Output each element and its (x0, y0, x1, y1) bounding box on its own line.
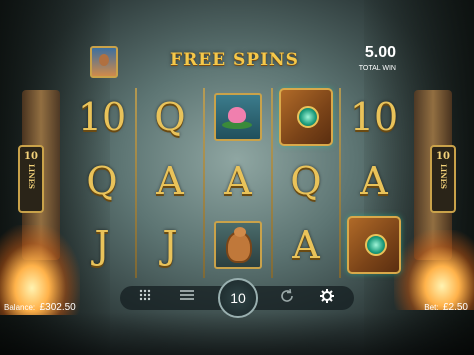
bet-value: £2.50 (442, 302, 468, 313)
bet-label: Bet: (424, 303, 439, 312)
autoplay-icon[interactable] (178, 289, 196, 307)
left-lines-word: LINES (27, 164, 36, 189)
right-lines-count: 10 (436, 151, 450, 162)
letter-symbol: J (138, 214, 202, 276)
letter-symbol: A (138, 150, 202, 212)
letter-symbol: Q (138, 86, 202, 148)
reel-divider (271, 88, 273, 278)
symbol-text: A (360, 159, 388, 203)
right-lines-badge: 10 LINES (430, 145, 456, 213)
reel-3: A (206, 84, 270, 280)
spin-count: 10 (230, 290, 246, 306)
reel-5: 10 A (342, 84, 406, 280)
reel-2: QAJ (138, 84, 202, 280)
game-stage: 10 LINES 10 LINES FREE SPINS 5.00 TOTAL … (0, 0, 474, 355)
balance-label: Balance: (4, 303, 36, 312)
lotus-symbol (206, 86, 270, 148)
total-win-amount: 5.00 (364, 44, 396, 61)
letter-symbol: 10 (70, 86, 134, 148)
symbol-text: Q (290, 159, 322, 203)
snake-symbol (206, 214, 270, 276)
left-lines-badge: 10 LINES (18, 145, 44, 213)
reel-divider (339, 88, 341, 278)
refresh-icon[interactable] (278, 288, 296, 307)
character-portrait (90, 46, 118, 78)
letter-symbol: Q (70, 150, 134, 212)
symbol-text: 10 (349, 95, 399, 139)
symbol-text: Q (86, 159, 118, 203)
letter-symbol: A (342, 150, 406, 212)
total-win-label: TOTAL WIN (358, 65, 396, 72)
free-spins-title: FREE SPINS (170, 50, 299, 70)
letter-symbol: J (70, 214, 134, 276)
book-symbol (274, 86, 338, 148)
symbol-text: A (292, 223, 320, 267)
game-header: FREE SPINS 5.00 TOTAL WIN (80, 44, 400, 80)
gear-icon[interactable] (318, 289, 336, 307)
balance-value: £302.50 (39, 302, 76, 313)
symbol-text: A (156, 159, 184, 203)
book-symbol (342, 214, 406, 276)
symbol-text: A (224, 159, 252, 203)
letter-symbol: A (206, 150, 270, 212)
reel-divider (135, 88, 137, 278)
grid-menu-icon[interactable] (136, 289, 154, 307)
left-lines-count: 10 (24, 151, 38, 162)
reel-divider (203, 88, 205, 278)
letter-symbol: A (274, 214, 338, 276)
symbol-text: J (94, 223, 110, 267)
balance-display: Balance: £302.50 (4, 297, 76, 315)
symbol-text: J (162, 223, 178, 267)
spin-button[interactable]: 10 (218, 278, 258, 318)
reel-1: 10 Q J (70, 84, 134, 280)
right-lines-word: LINES (439, 164, 448, 189)
letter-symbol: Q (274, 150, 338, 212)
letter-symbol: 10 (342, 86, 406, 148)
reel-grid: 10 Q J Q A J A Q A 10 A (68, 84, 408, 280)
symbol-text: 10 (77, 95, 127, 139)
bet-display: Bet: £2.50 (424, 297, 468, 315)
reel-4: QA (274, 84, 338, 280)
symbol-text: Q (154, 95, 186, 139)
